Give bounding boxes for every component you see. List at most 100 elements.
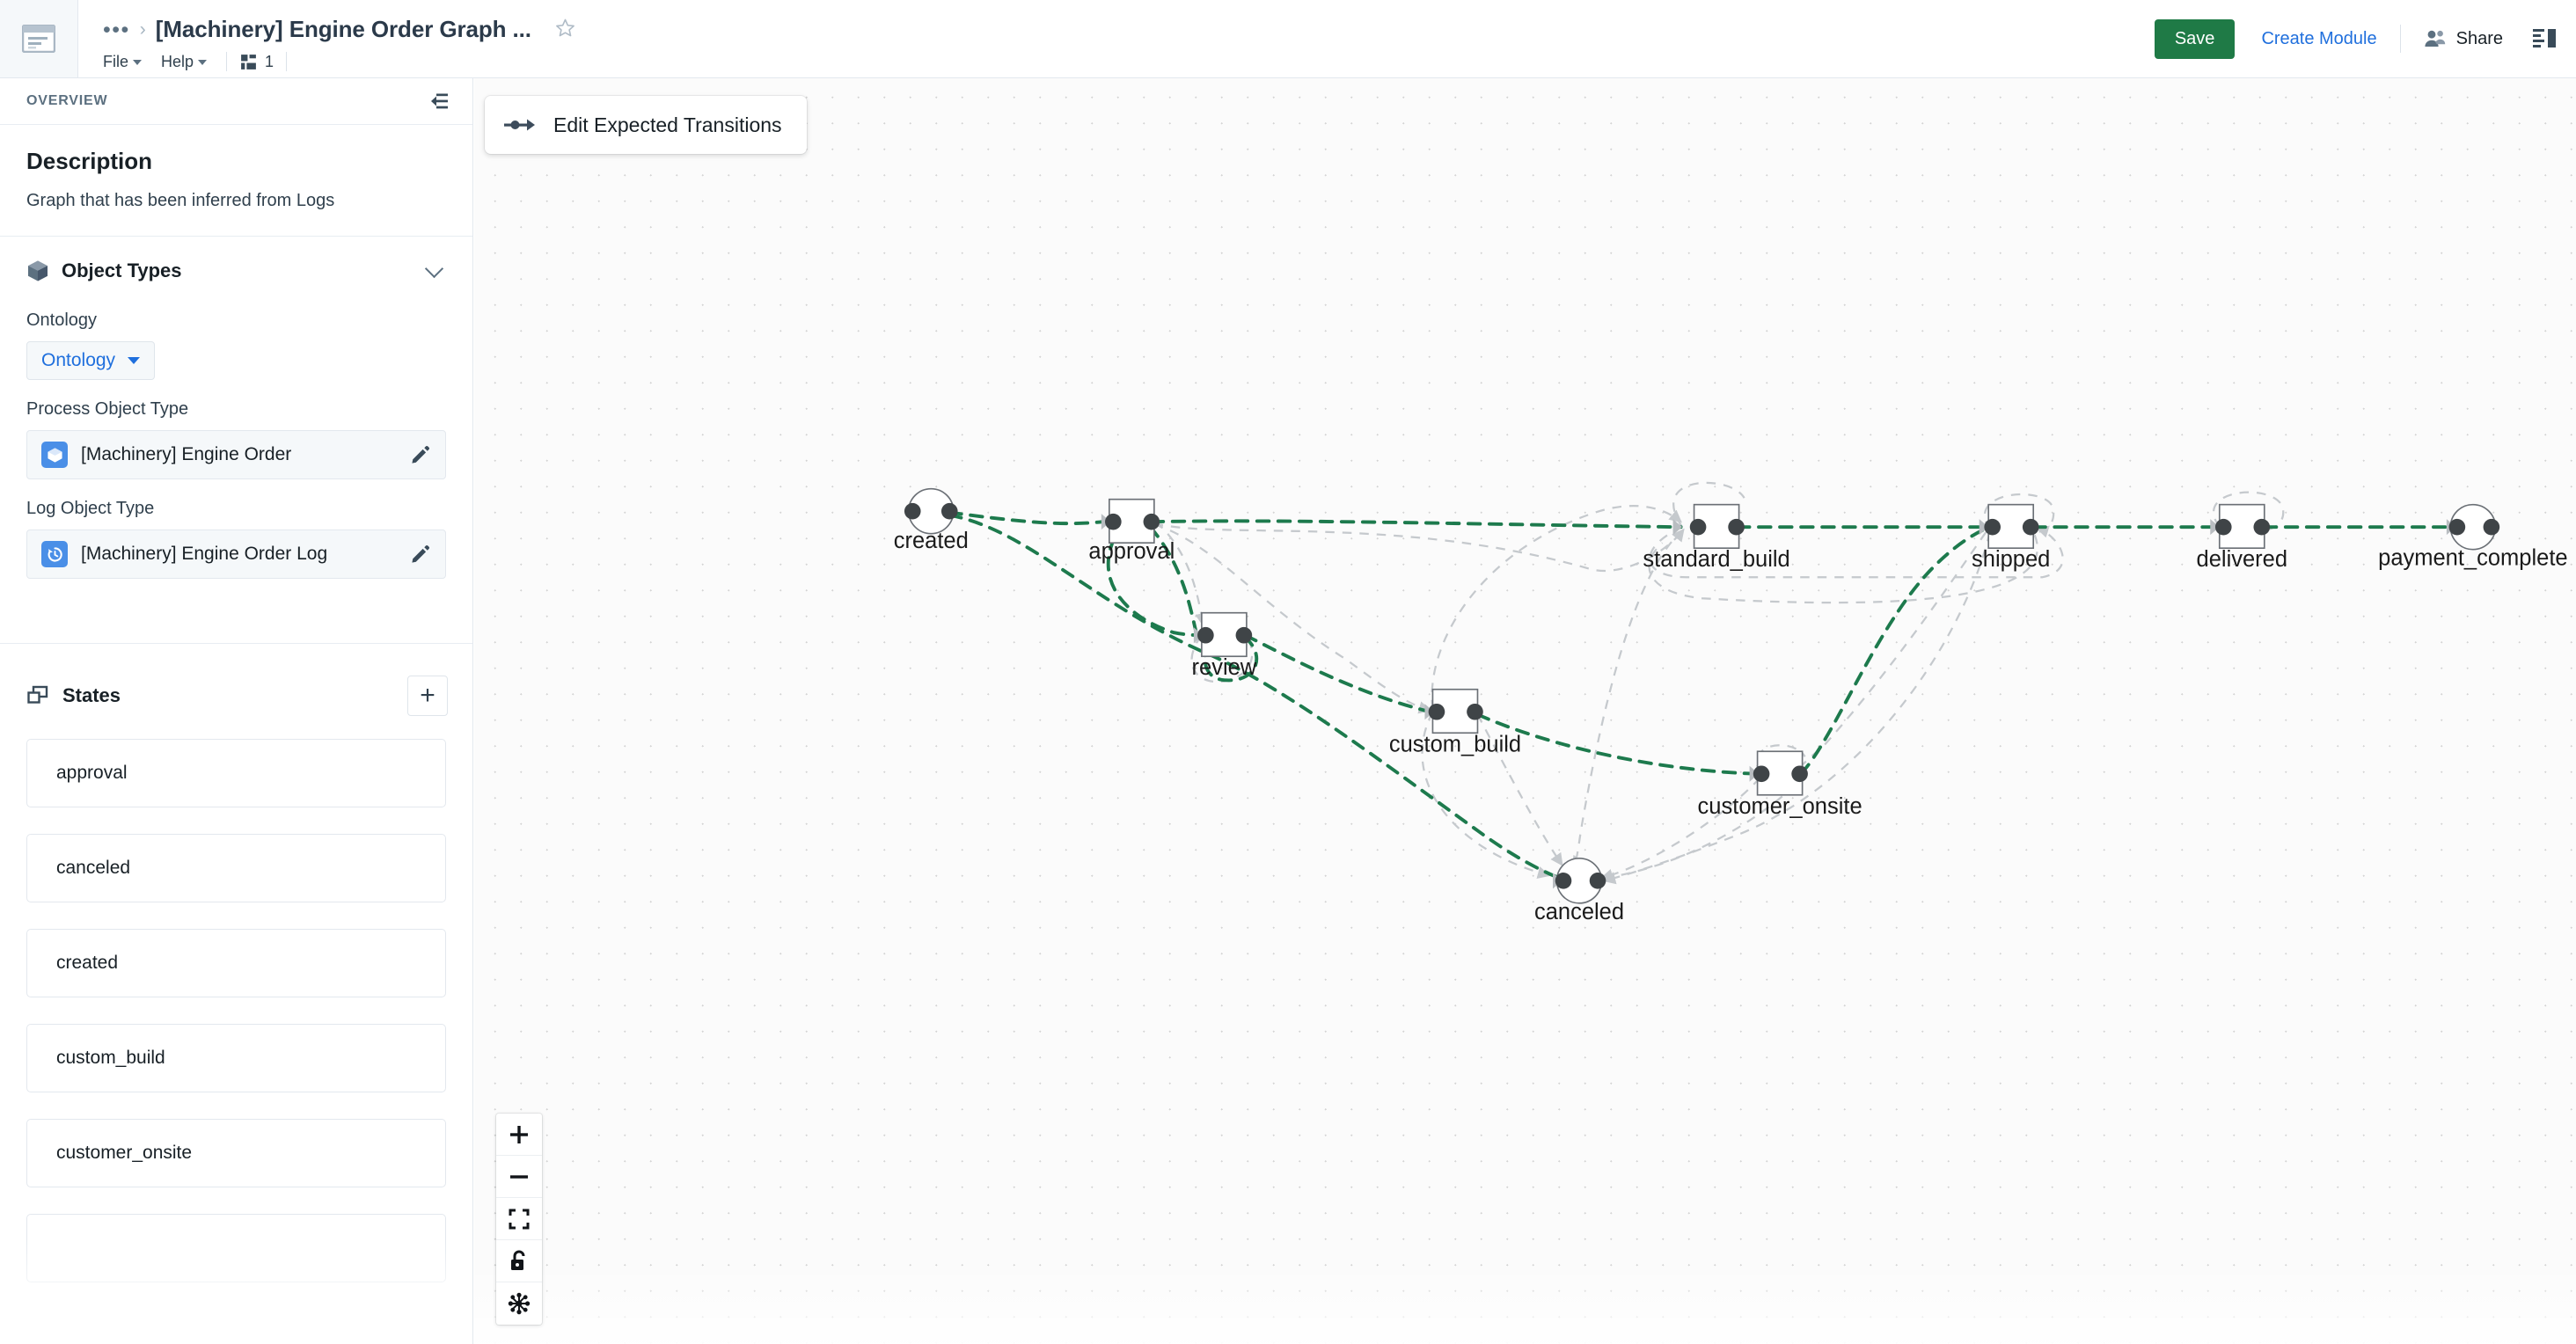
states-list: approval canceled created custom_build c… (0, 716, 472, 1282)
state-item-approval[interactable]: approval (26, 739, 446, 807)
auto-layout-button[interactable] (496, 1282, 542, 1325)
section-divider (0, 614, 472, 644)
graph-canvas[interactable]: created approval review custom_build cus… (474, 78, 2576, 1344)
graph-node-standard-build[interactable]: standard_build (1643, 503, 1790, 573)
breadcrumb-overflow-button[interactable]: ••• (103, 18, 130, 40)
state-label: canceled (56, 858, 131, 878)
state-item-created[interactable]: created (26, 929, 446, 997)
node-label-payment-complete: payment_complete (2378, 546, 2567, 571)
description-text: Graph that has been inferred from Logs (26, 191, 335, 210)
state-item-partial[interactable] (26, 1214, 446, 1282)
chevron-down-icon (133, 60, 143, 65)
window-icon (22, 25, 55, 53)
state-item-custom-build[interactable]: custom_build (26, 1024, 446, 1092)
graph-node-created[interactable]: created (894, 487, 969, 554)
menu-help[interactable]: Help (161, 51, 214, 73)
expected-edge (1602, 531, 1991, 885)
sidebar-header: OVERVIEW (0, 78, 472, 125)
transition-arrow-icon (504, 119, 535, 131)
zoom-in-button[interactable] (496, 1114, 542, 1156)
top-bar: ••• › [Machinery] Engine Order Graph ...… (0, 0, 2576, 78)
log-object-type-row[interactable]: [Machinery] Engine Order Log (26, 530, 446, 579)
process-object-type-row[interactable]: [Machinery] Engine Order (26, 430, 446, 479)
people-icon (2425, 30, 2445, 47)
node-label-approval: approval (1088, 539, 1175, 564)
graph-node-payment-complete[interactable]: payment_complete (2378, 503, 2568, 571)
branch-indicator[interactable]: 1 (239, 53, 274, 71)
description-section: Description Graph that has been inferred… (0, 125, 472, 237)
state-label: approval (56, 763, 128, 783)
node-label-custom-build: custom_build (1389, 732, 1521, 756)
menu-file-label: File (103, 52, 129, 70)
expected-edge (1153, 522, 1685, 572)
graph-diagram: created approval review custom_build cus… (894, 481, 2568, 924)
state-label: customer_onsite (56, 1143, 193, 1163)
graph-node-approval[interactable]: approval (1088, 498, 1175, 565)
chevron-down-icon (424, 259, 444, 278)
process-object-type-field: Process Object Type [Machinery] Engine O… (0, 399, 472, 479)
create-module-button[interactable]: Create Module (2261, 29, 2376, 49)
branch-icon (241, 54, 256, 69)
panel-layout-icon[interactable] (2533, 28, 2557, 49)
star-outline-icon[interactable] (555, 18, 575, 42)
app-launcher-button[interactable] (0, 0, 78, 77)
graph-node-canceled[interactable]: canceled (1534, 857, 1624, 924)
save-button[interactable]: Save (2154, 18, 2236, 59)
object-types-title: Object Types (62, 259, 182, 281)
state-label: custom_build (56, 1048, 165, 1068)
panel-layout-glyph (2533, 29, 2556, 47)
history-badge-glyph (48, 546, 62, 561)
graph-node-shipped[interactable]: shipped (1972, 503, 2050, 573)
log-object-type-field: Log Object Type [Machinery] Engine Order… (0, 499, 472, 579)
menu-bar: File Help 1 (103, 51, 575, 73)
state-item-customer-onsite[interactable]: customer_onsite (26, 1119, 446, 1187)
observed-edge (1243, 633, 1432, 714)
state-label: created (56, 953, 119, 973)
cube-badge-icon (41, 442, 68, 468)
states-title: States (62, 684, 121, 706)
graph-node-customer-onsite[interactable]: customer_onsite (1698, 750, 1862, 819)
layers-icon (27, 685, 48, 704)
fit-to-screen-icon (509, 1209, 530, 1229)
graph-node-delivered[interactable]: delivered (2197, 503, 2287, 573)
node-label-customer-onsite: customer_onsite (1698, 794, 1862, 819)
observed-edge (1149, 519, 1683, 530)
chevron-down-icon (198, 60, 208, 65)
zoom-out-button[interactable] (496, 1156, 542, 1198)
pencil-glyph (412, 445, 430, 464)
menu-help-label: Help (161, 52, 194, 70)
add-state-button[interactable]: + (407, 676, 448, 716)
pencil-glyph (412, 544, 430, 563)
process-object-type-value: [Machinery] Engine Order (81, 444, 292, 464)
cube-badge-glyph (47, 447, 62, 463)
fit-to-screen-button[interactable] (496, 1198, 542, 1240)
collapse-panel-icon[interactable] (424, 92, 448, 110)
minus-icon (510, 1174, 528, 1179)
expected-edge (1153, 523, 1432, 714)
log-object-type-label: Log Object Type (26, 499, 155, 518)
ontology-label: Ontology (26, 310, 98, 330)
edit-expected-transitions-button[interactable]: Edit Expected Transitions (485, 96, 807, 154)
page-title: [Machinery] Engine Order Graph ... (155, 16, 531, 42)
pencil-icon[interactable] (410, 444, 431, 465)
lock-toggle-button[interactable] (496, 1240, 542, 1282)
menu-file[interactable]: File (103, 51, 149, 73)
ontology-select[interactable]: Ontology (26, 341, 156, 380)
share-button[interactable]: Share (2424, 29, 2503, 49)
observed-edge (1799, 526, 1989, 776)
sidebar-title: OVERVIEW (26, 93, 108, 108)
node-label-delivered: delivered (2197, 547, 2287, 572)
share-label: Share (2455, 28, 2503, 48)
node-label-created: created (894, 529, 969, 553)
state-item-canceled[interactable]: canceled (26, 834, 446, 902)
node-label-review: review (1192, 655, 1257, 680)
menu-divider-2 (286, 52, 288, 71)
graph-node-review[interactable]: review (1192, 611, 1257, 681)
pencil-icon[interactable] (410, 544, 431, 565)
chevron-down-icon (128, 357, 141, 364)
object-types-section-header[interactable]: Object Types (0, 237, 472, 291)
node-label-shipped: shipped (1972, 547, 2050, 572)
expected-edge (1431, 505, 1682, 710)
collapse-panel-glyph (431, 93, 448, 109)
